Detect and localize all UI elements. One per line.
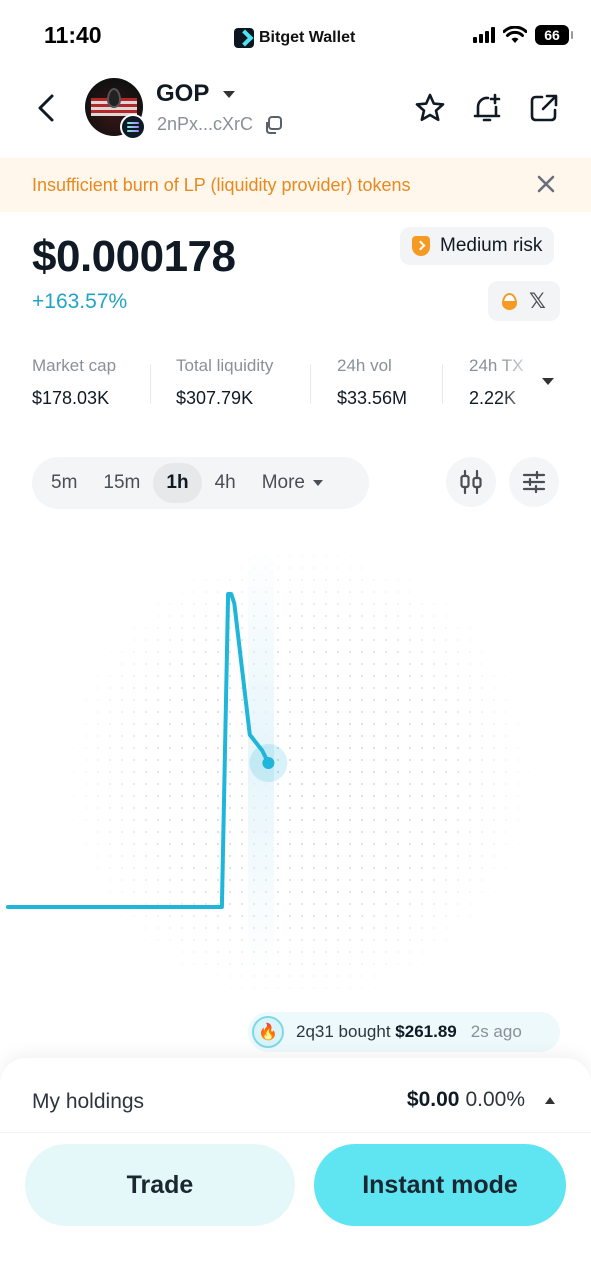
droplet-icon[interactable]: [502, 292, 518, 310]
tab-more[interactable]: More: [249, 463, 336, 503]
close-icon[interactable]: [536, 174, 556, 194]
sliders-icon: [522, 471, 546, 493]
token-stats: Market cap $178.03K Total liquidity $307…: [32, 356, 572, 416]
shield-icon: [412, 236, 430, 256]
battery-icon: 66: [535, 25, 573, 45]
risk-badge[interactable]: Medium risk: [400, 227, 555, 265]
token-header: GOP 2nPx...cXrC: [0, 78, 591, 140]
stat-divider: [442, 364, 443, 404]
current-point: [262, 757, 275, 770]
chevron-down-icon: [223, 90, 236, 98]
token-price: $0.000178: [32, 232, 236, 281]
token-symbol: GOP: [156, 80, 210, 107]
share-icon[interactable]: [528, 92, 560, 124]
solana-chain-icon: [120, 114, 146, 140]
bitget-logo-icon: [234, 28, 254, 48]
activity-text: 2q31 bought $261.89: [296, 1022, 457, 1042]
app-brand-label: Bitget Wallet: [259, 29, 356, 46]
divider: [0, 1132, 591, 1133]
wifi-icon: [503, 26, 527, 43]
candlestick-toggle-button[interactable]: [446, 457, 496, 507]
price-change: +163.57%: [32, 290, 128, 313]
holdings-value: $0.00: [406, 1088, 460, 1111]
bell-plus-icon[interactable]: [471, 92, 503, 124]
stat-divider: [310, 364, 311, 404]
fire-icon: 🔥: [252, 1016, 284, 1048]
stats-fade: [500, 356, 560, 416]
x-twitter-icon[interactable]: 𝕏: [529, 289, 546, 314]
candlestick-icon: [460, 469, 482, 495]
trade-activity-pill[interactable]: 🔥 2q31 bought $261.89 2s ago: [248, 1012, 560, 1052]
caret-up-icon: [545, 1096, 555, 1104]
signal-icon: [473, 27, 495, 43]
chart-settings-button[interactable]: [509, 457, 559, 507]
tab-15m[interactable]: 15m: [90, 463, 153, 503]
timeframe-tabs: 5m 15m 1h 4h More: [32, 457, 369, 509]
holdings-sheet: My holdings $0.00 0.00% Trade Instant mo…: [0, 1058, 591, 1280]
status-time: 11:40: [44, 22, 102, 48]
lp-burn-warning: Insufficient burn of LP (liquidity provi…: [0, 158, 591, 212]
back-icon[interactable]: [34, 92, 58, 124]
activity-amount: $261.89: [395, 1022, 457, 1041]
token-address-row: 2nPx...cXrC: [157, 114, 283, 135]
holdings-toggle[interactable]: $0.00 0.00%: [407, 1088, 555, 1112]
trade-button[interactable]: Trade: [25, 1144, 295, 1226]
price-chart[interactable]: [0, 530, 591, 1010]
tab-5m[interactable]: 5m: [38, 463, 90, 503]
tab-more-label: More: [261, 472, 305, 493]
stat-24h-vol: 24h vol $33.56M: [337, 356, 408, 408]
stat-total-liquidity: Total liquidity $307.79K: [176, 356, 274, 408]
activity-time: 2s ago: [470, 1022, 522, 1041]
activity-prefix: 2q31 bought: [296, 1022, 391, 1041]
status-icons: 66: [473, 25, 573, 45]
token-selector[interactable]: GOP: [156, 80, 236, 108]
holdings-percent: 0.00%: [465, 1088, 525, 1111]
tab-1h[interactable]: 1h: [153, 463, 202, 503]
copy-icon[interactable]: [263, 115, 283, 135]
caret-down-icon: [313, 480, 323, 486]
status-bar: 11:40 Bitget Wallet 66: [0, 0, 591, 72]
stat-divider: [150, 364, 151, 404]
tab-4h[interactable]: 4h: [202, 463, 249, 503]
risk-label: Medium risk: [440, 235, 543, 256]
chevron-down-icon[interactable]: [542, 378, 554, 385]
stat-market-cap: Market cap $178.03K: [32, 356, 117, 408]
holdings-label: My holdings: [32, 1090, 145, 1113]
star-icon[interactable]: [414, 92, 446, 124]
warning-text: Insufficient burn of LP (liquidity provi…: [32, 175, 411, 195]
social-links: 𝕏: [488, 281, 560, 321]
app-brand: Bitget Wallet: [234, 28, 355, 48]
token-address: 2nPx...cXrC: [157, 114, 254, 134]
instant-mode-button[interactable]: Instant mode: [314, 1144, 566, 1226]
